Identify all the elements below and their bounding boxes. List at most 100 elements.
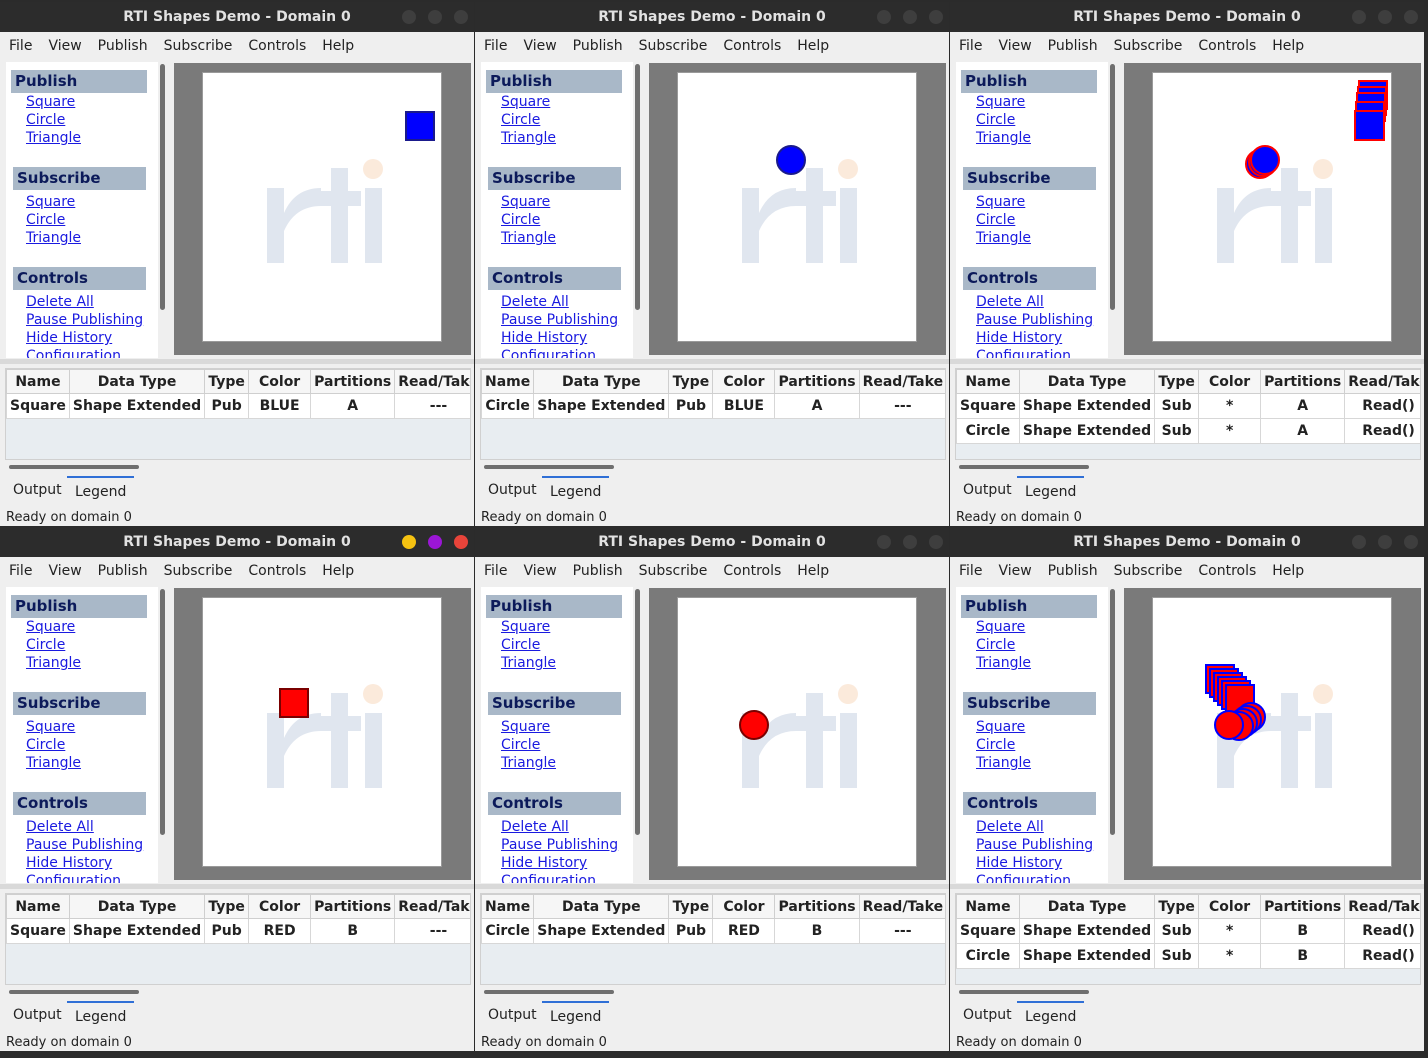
column-header-partitions[interactable]: Partitions (774, 894, 860, 919)
controls-delete-all-link[interactable]: Delete All (26, 818, 94, 836)
publish-triangle-link[interactable]: Triangle (26, 654, 81, 672)
menu-controls[interactable]: Controls (242, 557, 312, 585)
minimize-button[interactable] (402, 535, 416, 549)
splitter[interactable] (950, 359, 1424, 364)
controls-configuration-link[interactable]: Configuration (26, 872, 121, 883)
menu-help[interactable]: Help (316, 32, 360, 60)
controls-pause-publishing-link[interactable]: Pause Publishing (26, 836, 143, 854)
column-header-type[interactable]: Type (1154, 369, 1200, 394)
column-header-color[interactable]: Color (248, 894, 312, 919)
subscribe-square-link[interactable]: Square (26, 193, 75, 211)
column-header-color[interactable]: Color (712, 894, 776, 919)
menu-view[interactable]: View (992, 557, 1037, 585)
menu-controls[interactable]: Controls (717, 32, 787, 60)
sidebar-scrollbar[interactable] (160, 589, 165, 835)
menu-file[interactable]: File (3, 557, 38, 585)
menu-publish[interactable]: Publish (92, 557, 154, 585)
subscribe-square-link[interactable]: Square (976, 718, 1025, 736)
tab-output[interactable]: Output (5, 476, 70, 504)
column-header-color[interactable]: Color (248, 369, 312, 394)
column-header-read-take[interactable]: Read/Take (1344, 369, 1420, 394)
subscribe-circle-link[interactable]: Circle (26, 736, 65, 754)
menu-file[interactable]: File (478, 557, 513, 585)
subscribe-circle-link[interactable]: Circle (501, 211, 540, 229)
table-horizontal-scrollbar[interactable] (484, 990, 614, 994)
table-horizontal-scrollbar[interactable] (959, 465, 1089, 469)
column-header-name[interactable]: Name (6, 894, 70, 919)
subscribe-triangle-link[interactable]: Triangle (976, 229, 1031, 247)
controls-hide-history-link[interactable]: Hide History (976, 854, 1062, 872)
publish-square-link[interactable]: Square (976, 618, 1025, 636)
menu-controls[interactable]: Controls (242, 32, 312, 60)
column-header-data-type[interactable]: Data Type (68, 894, 206, 919)
table-row[interactable]: CircleShape ExtendedSub*ARead()Def (956, 418, 1420, 444)
menu-view[interactable]: View (992, 32, 1037, 60)
close-button[interactable] (1404, 10, 1418, 24)
tab-output[interactable]: Output (480, 476, 545, 504)
publish-circle-link[interactable]: Circle (501, 636, 540, 654)
close-button[interactable] (929, 10, 943, 24)
menu-subscribe[interactable]: Subscribe (633, 32, 714, 60)
column-header-partitions[interactable]: Partitions (774, 369, 860, 394)
controls-pause-publishing-link[interactable]: Pause Publishing (501, 836, 618, 854)
menu-help[interactable]: Help (1266, 32, 1310, 60)
column-header-partitions[interactable]: Partitions (1260, 369, 1346, 394)
tab-legend[interactable]: Legend (542, 476, 610, 506)
subscribe-triangle-link[interactable]: Triangle (501, 229, 556, 247)
subscribe-circle-link[interactable]: Circle (976, 736, 1015, 754)
sidebar-scrollbar[interactable] (1110, 64, 1115, 310)
column-header-color[interactable]: Color (1198, 894, 1262, 919)
publish-triangle-link[interactable]: Triangle (501, 129, 556, 147)
table-row[interactable]: CircleShape ExtendedSub*BRead()Def (956, 943, 1420, 969)
tab-legend[interactable]: Legend (1017, 1001, 1085, 1031)
controls-hide-history-link[interactable]: Hide History (26, 854, 112, 872)
minimize-button[interactable] (1352, 10, 1366, 24)
controls-delete-all-link[interactable]: Delete All (26, 293, 94, 311)
menu-file[interactable]: File (953, 32, 988, 60)
controls-hide-history-link[interactable]: Hide History (501, 329, 587, 347)
column-header-name[interactable]: Name (6, 369, 70, 394)
menu-controls[interactable]: Controls (1192, 557, 1262, 585)
menu-view[interactable]: View (42, 32, 87, 60)
minimize-button[interactable] (877, 535, 891, 549)
menu-view[interactable]: View (517, 32, 562, 60)
column-header-data-type[interactable]: Data Type (1018, 894, 1156, 919)
publish-circle-link[interactable]: Circle (26, 111, 65, 129)
menu-controls[interactable]: Controls (717, 557, 787, 585)
column-header-type[interactable]: Type (668, 369, 714, 394)
publish-circle-link[interactable]: Circle (26, 636, 65, 654)
column-header-partitions[interactable]: Partitions (310, 894, 396, 919)
subscribe-triangle-link[interactable]: Triangle (501, 754, 556, 772)
menu-view[interactable]: View (517, 557, 562, 585)
tab-legend[interactable]: Legend (67, 476, 135, 506)
column-header-read-take[interactable]: Read/Take (858, 894, 945, 919)
sidebar-scrollbar[interactable] (1110, 589, 1115, 835)
controls-configuration-link[interactable]: Configuration (501, 347, 596, 358)
controls-hide-history-link[interactable]: Hide History (26, 329, 112, 347)
menu-file[interactable]: File (953, 557, 988, 585)
menu-file[interactable]: File (478, 32, 513, 60)
column-header-read-take[interactable]: Read/Take (1344, 894, 1420, 919)
subscribe-circle-link[interactable]: Circle (501, 736, 540, 754)
publish-square-link[interactable]: Square (26, 93, 75, 111)
column-header-name[interactable]: Name (481, 369, 535, 394)
close-button[interactable] (454, 535, 468, 549)
tab-legend[interactable]: Legend (1017, 476, 1085, 506)
column-header-name[interactable]: Name (956, 894, 1020, 919)
maximize-button[interactable] (903, 535, 917, 549)
menu-publish[interactable]: Publish (567, 32, 629, 60)
maximize-button[interactable] (903, 10, 917, 24)
sidebar-scrollbar[interactable] (160, 64, 165, 310)
maximize-button[interactable] (1378, 535, 1392, 549)
column-header-type[interactable]: Type (668, 894, 714, 919)
publish-triangle-link[interactable]: Triangle (26, 129, 81, 147)
column-header-color[interactable]: Color (1198, 369, 1262, 394)
controls-pause-publishing-link[interactable]: Pause Publishing (976, 311, 1093, 329)
tab-output[interactable]: Output (955, 476, 1020, 504)
menu-publish[interactable]: Publish (1042, 557, 1104, 585)
controls-configuration-link[interactable]: Configuration (976, 872, 1071, 883)
close-button[interactable] (929, 535, 943, 549)
menu-subscribe[interactable]: Subscribe (633, 557, 714, 585)
column-header-read-take[interactable]: Read/Take (858, 369, 945, 394)
menu-help[interactable]: Help (1266, 557, 1310, 585)
